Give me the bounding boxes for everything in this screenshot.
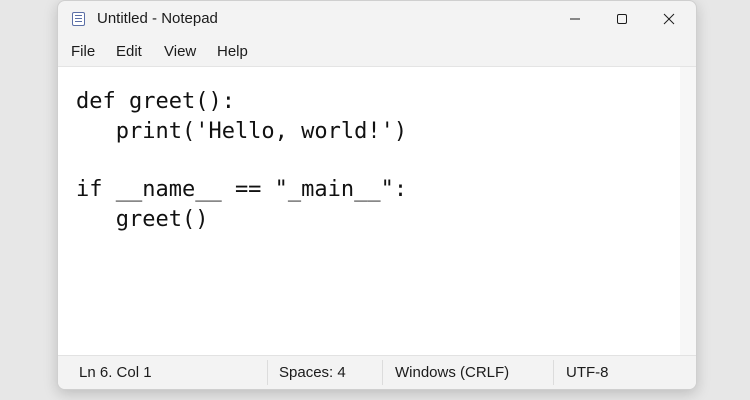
status-bar: Ln 6. Col 1 Spaces: 4 Windows (CRLF) UTF…: [58, 355, 696, 389]
cursor-position: Ln 6. Col 1: [79, 364, 152, 381]
minimize-icon: [570, 18, 580, 20]
menu-file[interactable]: File: [71, 43, 95, 60]
status-divider: [267, 360, 268, 385]
code-line-2: print('Hello, world!'): [76, 119, 408, 144]
code-line-5: greet(): [76, 207, 209, 232]
close-button[interactable]: [646, 1, 692, 37]
vertical-scrollbar[interactable]: [680, 67, 696, 355]
title-bar[interactable]: Untitled - Notepad: [58, 1, 696, 37]
code-line-4: if __name__ == "_main__":: [76, 177, 408, 202]
window-title: Untitled - Notepad: [97, 10, 218, 27]
notepad-icon: [72, 12, 85, 26]
menu-bar: File Edit View Help: [58, 37, 696, 67]
encoding-status: UTF-8: [566, 364, 609, 381]
minimize-button[interactable]: [552, 1, 598, 37]
menu-edit[interactable]: Edit: [116, 43, 142, 60]
code-line-1: def greet():: [76, 89, 235, 114]
text-editor[interactable]: def greet(): print('Hello, world!') if _…: [58, 67, 680, 355]
line-ending-status: Windows (CRLF): [395, 364, 510, 381]
status-divider: [382, 360, 383, 385]
indentation-status: Spaces: 4: [279, 364, 346, 381]
maximize-button[interactable]: [599, 1, 645, 37]
menu-help[interactable]: Help: [217, 43, 248, 60]
maximize-icon: [617, 14, 627, 24]
close-icon: [663, 13, 675, 25]
notepad-window: Untitled - Notepad File Edit View Help d…: [57, 0, 697, 390]
status-divider: [553, 360, 554, 385]
menu-view[interactable]: View: [164, 43, 196, 60]
